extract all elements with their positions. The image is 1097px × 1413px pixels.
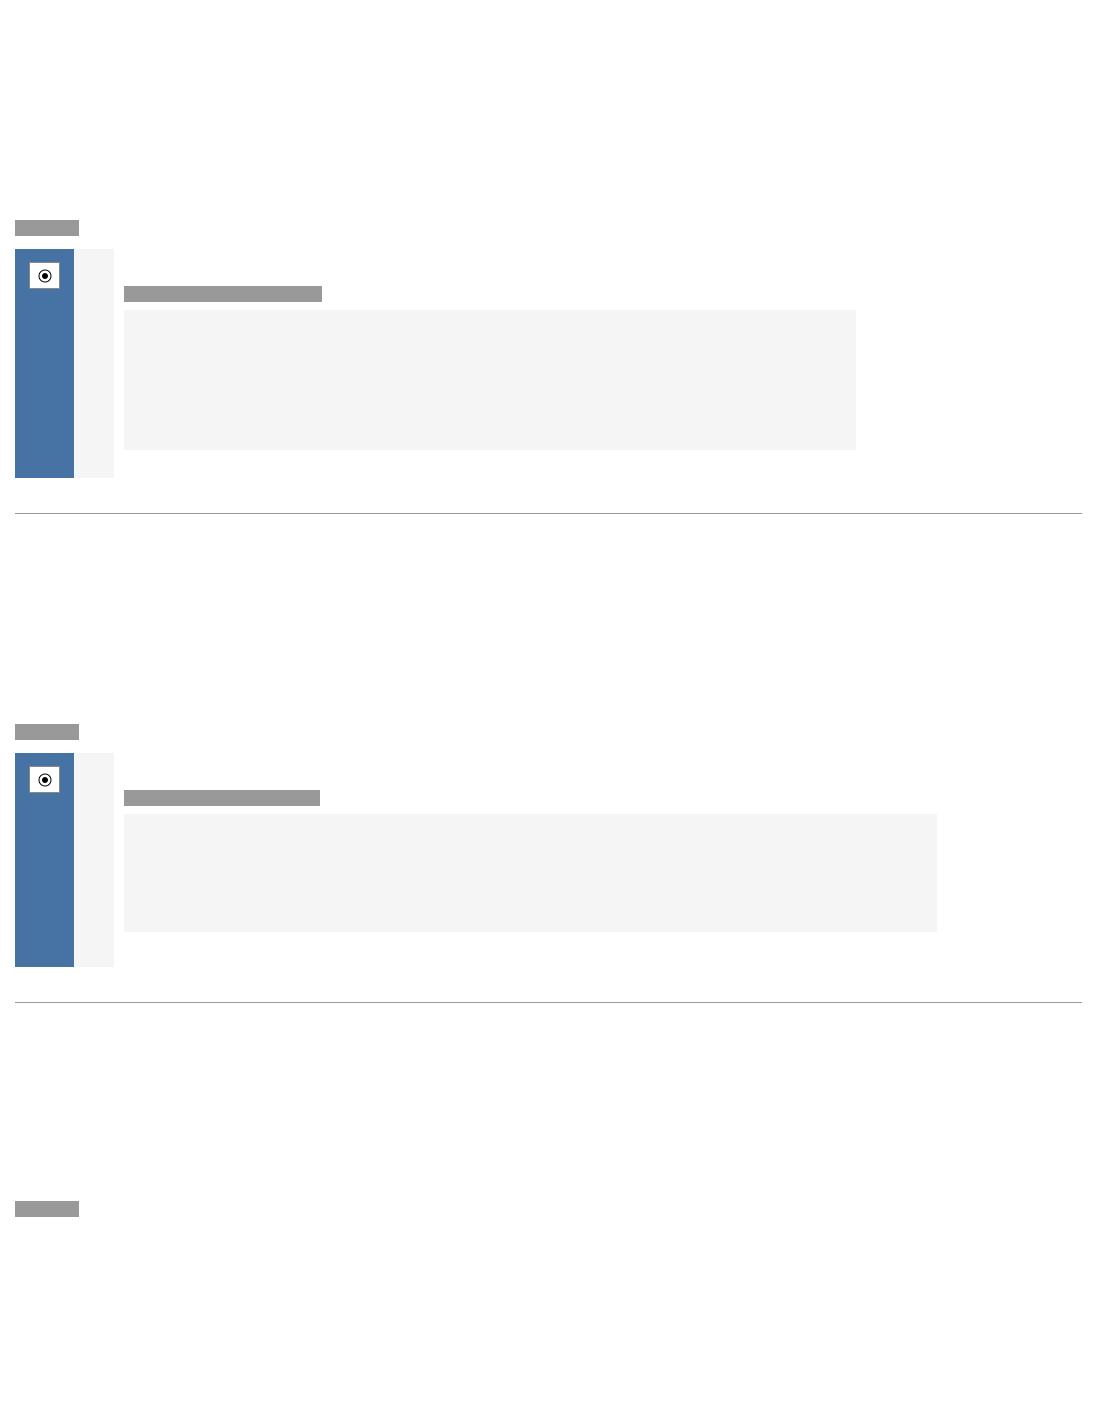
radio-option[interactable]	[29, 262, 60, 289]
radio-selected-icon	[38, 269, 52, 283]
radio-option[interactable]	[29, 766, 60, 793]
radio-selected-icon	[38, 773, 52, 787]
mid-spacer-2	[15, 1003, 1082, 1201]
content-panel	[124, 310, 856, 450]
section-heading	[124, 286, 322, 302]
main-content	[114, 249, 1082, 478]
section-3	[15, 1201, 1082, 1230]
section-label	[15, 1201, 79, 1217]
sidebar-blue	[15, 753, 74, 967]
section-1	[15, 220, 1082, 478]
section-label	[15, 220, 79, 236]
section-heading	[124, 790, 320, 806]
section-row	[15, 753, 1082, 967]
top-spacer	[15, 15, 1082, 220]
section-row	[15, 249, 1082, 478]
sidebar-blue	[15, 249, 74, 478]
mid-spacer	[15, 514, 1082, 724]
sidebar-light	[74, 249, 114, 478]
main-content	[114, 753, 1082, 967]
content-panel	[124, 814, 937, 932]
sidebar-light	[74, 753, 114, 967]
section-2	[15, 724, 1082, 967]
section-label	[15, 724, 79, 740]
